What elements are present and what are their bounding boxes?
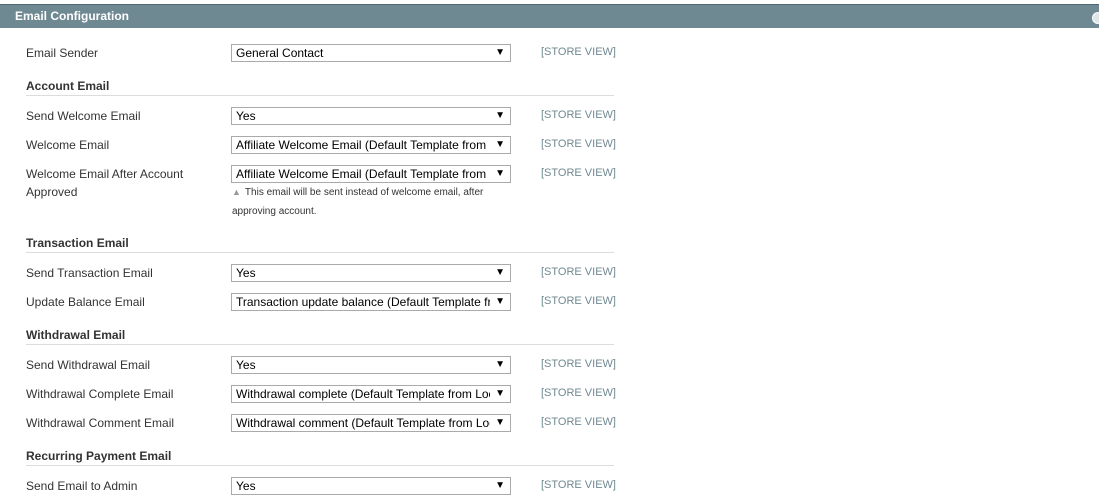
scope-badge: [STORE VIEW] (541, 266, 616, 278)
select-value: Transaction update balance (Default Temp… (236, 295, 490, 309)
select-update-balance-email[interactable]: Transaction update balance (Default Temp… (231, 293, 511, 311)
chevron-down-icon: ▼ (495, 139, 505, 150)
label-send-welcome-email: Send Welcome Email (26, 109, 141, 123)
group-divider (26, 252, 614, 253)
select-welcome-email-after-approved[interactable]: Affiliate Welcome Email (Default Templat… (231, 165, 511, 183)
select-value: Affiliate Welcome Email (Default Templat… (236, 167, 490, 181)
chevron-down-icon: ▼ (495, 359, 505, 370)
select-value: Yes (236, 266, 256, 280)
select-value: Yes (236, 358, 256, 372)
scope-badge: [STORE VIEW] (541, 138, 616, 150)
scope-badge: [STORE VIEW] (541, 109, 616, 121)
select-value: Yes (236, 479, 256, 493)
select-send-transaction-email[interactable]: Yes ▼ (231, 264, 511, 282)
chevron-down-icon: ▼ (495, 417, 505, 428)
label-send-withdrawal-email: Send Withdrawal Email (26, 358, 151, 372)
group-title-recurring-payment-email: Recurring Payment Email (26, 449, 172, 463)
chevron-down-icon: ▼ (495, 110, 505, 121)
comment-text: This email will be sent instead of welco… (232, 187, 484, 217)
scope-badge: [STORE VIEW] (541, 358, 616, 370)
select-value: Affiliate Welcome Email (Default Templat… (236, 138, 490, 152)
scope-badge: [STORE VIEW] (541, 167, 616, 179)
chevron-down-icon: ▼ (495, 296, 505, 307)
select-withdrawal-complete-email[interactable]: Withdrawal complete (Default Template fr… (231, 385, 511, 403)
chevron-down-icon: ▼ (495, 388, 505, 399)
scope-badge: [STORE VIEW] (541, 479, 616, 491)
group-divider (26, 465, 614, 466)
scope-badge: [STORE VIEW] (541, 46, 616, 58)
label-update-balance-email: Update Balance Email (26, 295, 145, 309)
scope-badge: [STORE VIEW] (541, 387, 616, 399)
select-value: Withdrawal comment (Default Template fro… (236, 416, 490, 430)
select-send-email-to-admin[interactable]: Yes ▼ (231, 477, 511, 495)
label-withdrawal-comment-email: Withdrawal Comment Email (26, 416, 175, 430)
up-arrow-icon: ▲ (232, 187, 241, 197)
section-title: Email Configuration (15, 9, 129, 23)
select-value: Withdrawal complete (Default Template fr… (236, 387, 490, 401)
select-send-welcome-email[interactable]: Yes ▼ (231, 107, 511, 125)
scope-badge: [STORE VIEW] (541, 416, 616, 428)
section-header[interactable]: Email Configuration (0, 4, 1099, 28)
scope-badge: [STORE VIEW] (541, 295, 616, 307)
select-withdrawal-comment-email[interactable]: Withdrawal comment (Default Template fro… (231, 414, 511, 432)
group-divider (26, 344, 614, 345)
chevron-down-icon: ▼ (495, 47, 505, 58)
select-value: Yes (236, 109, 256, 123)
select-value: General Contact (236, 46, 324, 60)
label-welcome-email: Welcome Email (26, 138, 110, 152)
group-title-transaction-email: Transaction Email (26, 236, 129, 250)
chevron-down-icon: ▼ (495, 480, 505, 491)
group-divider (26, 95, 614, 96)
group-title-account-email: Account Email (26, 79, 110, 93)
group-title-withdrawal-email: Withdrawal Email (26, 328, 126, 342)
select-email-sender[interactable]: General Contact ▼ (231, 44, 511, 62)
label-send-email-to-admin: Send Email to Admin (26, 479, 138, 493)
label-withdrawal-complete-email: Withdrawal Complete Email (26, 387, 174, 401)
label-email-sender: Email Sender (26, 46, 99, 60)
label-send-transaction-email: Send Transaction Email (26, 266, 153, 280)
chevron-down-icon: ▼ (495, 168, 505, 179)
field-comment: ▲ This email will be sent instead of welc… (232, 183, 522, 221)
collapse-toggle-icon[interactable] (1092, 12, 1099, 24)
select-send-withdrawal-email[interactable]: Yes ▼ (231, 356, 511, 374)
label-welcome-email-after-approved: Welcome Email After Account Approved (26, 167, 184, 199)
chevron-down-icon: ▼ (495, 267, 505, 278)
select-welcome-email[interactable]: Affiliate Welcome Email (Default Templat… (231, 136, 511, 154)
email-configuration-panel: Email Configuration Email Sender General… (0, 0, 1099, 502)
